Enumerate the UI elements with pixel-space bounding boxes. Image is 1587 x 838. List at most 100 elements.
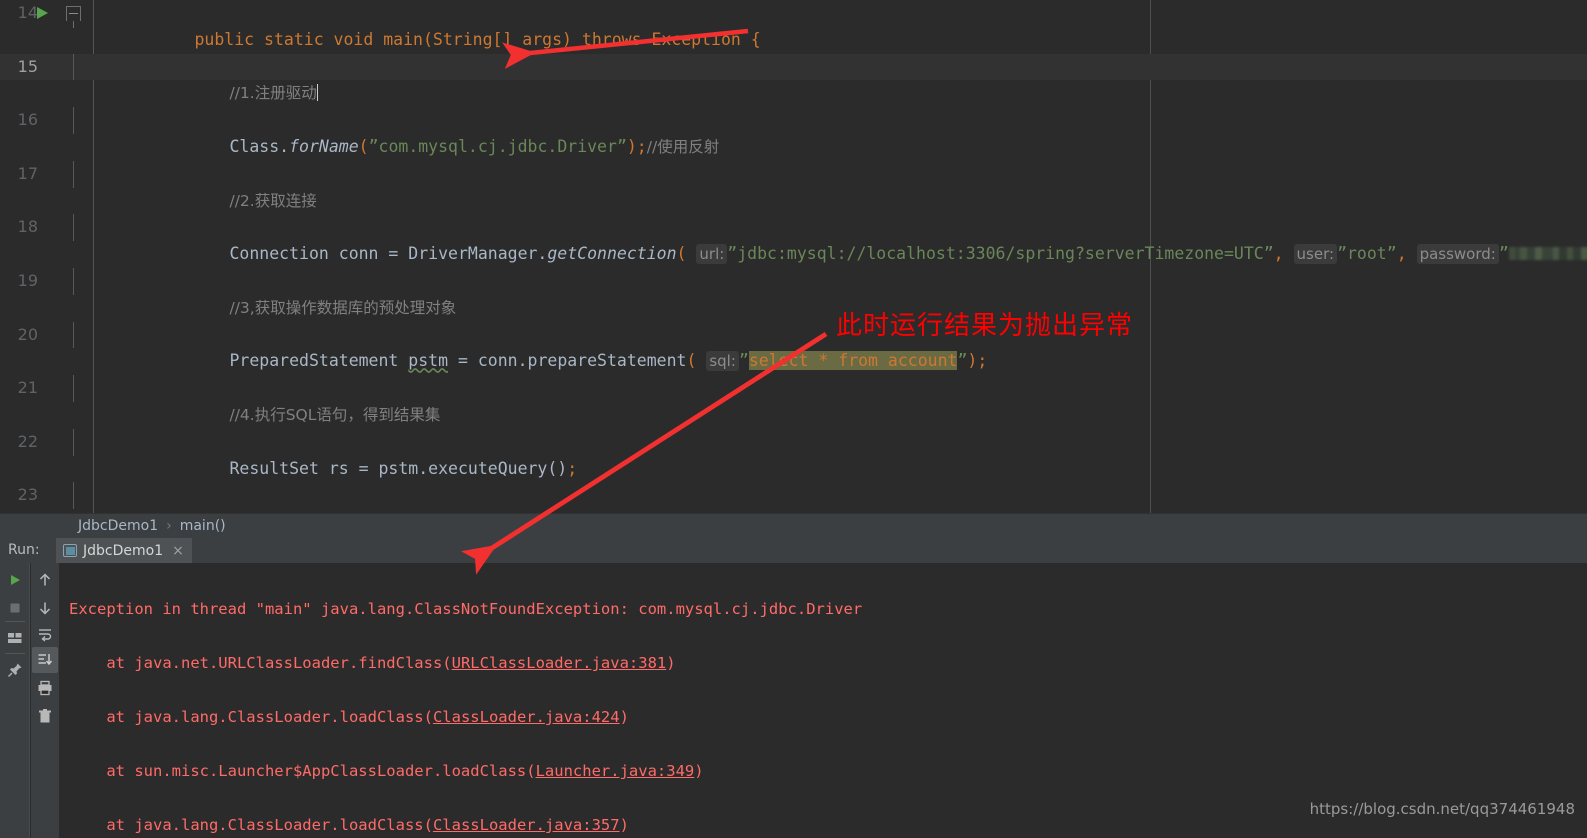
layout-button[interactable] [2, 625, 28, 651]
print-button[interactable] [32, 675, 58, 701]
redacted-password [1508, 247, 1587, 261]
param-hint-user: user: [1293, 244, 1338, 265]
fold-region-line [73, 53, 74, 81]
console-left-toolbar-2 [31, 563, 60, 838]
code-editor[interactable]: 14 public static void main(String[] args… [0, 0, 1587, 513]
code-token: = conn.prepareStatement [448, 351, 687, 371]
code-line-14[interactable]: 14 public static void main(String[] args… [0, 0, 1587, 49]
stacktrace-link[interactable]: Launcher.java:349 [536, 762, 695, 780]
idea-window: 14 public static void main(String[] args… [0, 0, 1587, 838]
fold-region-line [73, 321, 74, 349]
console-left-toolbar [0, 563, 30, 838]
previous-occurrence-button[interactable] [32, 567, 58, 593]
code-string-user: root [1347, 244, 1387, 264]
annotation-note: 此时运行结果为抛出异常 [836, 311, 1134, 341]
run-config-icon [63, 544, 77, 557]
line-number: 19 [17, 270, 38, 290]
close-icon[interactable]: × [172, 543, 184, 559]
console-line-exception: Exception in thread "main" java.lang.Cla… [69, 600, 863, 618]
code-comment: //4.执行SQL语句，得到结果集 [229, 405, 441, 424]
code-comment: //使用反射 [646, 137, 720, 156]
fold-region-line [73, 107, 74, 134]
soft-wrap-button[interactable] [32, 621, 58, 647]
code-token: PreparedStatement [229, 351, 409, 371]
text-caret [316, 84, 319, 102]
console-line-frame: at sun.misc.Launcher$AppClassLoader.load… [69, 762, 704, 780]
code-variable-pstm: pstm [408, 351, 449, 371]
run-console[interactable]: Exception in thread "main" java.lang.Cla… [0, 563, 1587, 838]
console-line-frame: at java.net.URLClassLoader.findClass(URL… [69, 654, 676, 672]
code-line-18[interactable]: 18 Connection conn = DriverManager.getCo… [0, 214, 1587, 265]
scroll-to-end-icon [38, 654, 53, 666]
line-number: 16 [17, 110, 38, 130]
param-hint-url: url: [696, 244, 728, 265]
code-comment: //1.注册驱动 [229, 84, 317, 103]
console-line-frame: at java.lang.ClassLoader.loadClass(Class… [69, 708, 629, 726]
next-occurrence-button[interactable] [32, 595, 58, 621]
stacktrace-link[interactable]: URLClassLoader.java:381 [452, 654, 667, 672]
line-number: 22 [17, 431, 38, 451]
rerun-button[interactable] [2, 567, 28, 593]
code-line-19[interactable]: 19 //3,获取操作数据库的预处理对象 [0, 267, 1587, 317]
scroll-to-end-button[interactable] [32, 647, 58, 673]
run-label: Run: [8, 542, 40, 558]
trash-icon [39, 709, 51, 723]
breadcrumb-class[interactable]: JdbcDemo1 [78, 518, 158, 534]
toolbar-divider [5, 621, 25, 622]
stop-icon [10, 603, 20, 613]
run-configuration-tab[interactable]: JdbcDemo1 × [56, 538, 192, 563]
line-number: 17 [17, 163, 38, 183]
line-number: 15 [17, 56, 38, 76]
code-method: getConnection [547, 244, 677, 264]
fold-region-line [73, 214, 74, 242]
watermark: https://blog.csdn.net/qq374461948 [1309, 800, 1575, 818]
stacktrace-link[interactable]: ClassLoader.java:424 [433, 708, 620, 726]
layout-icon [8, 633, 22, 643]
code-line-21[interactable]: 21 //4.执行SQL语句，得到结果集 [0, 375, 1587, 424]
line-number: 14 [17, 3, 38, 22]
param-hint-sql: sql: [706, 351, 739, 372]
code-token: Class. [229, 136, 290, 156]
print-icon [38, 680, 52, 696]
line-number: 21 [17, 378, 38, 398]
code-token: Connection conn = DriverManager. [229, 244, 548, 264]
fold-region-line [73, 160, 74, 188]
code-comment: //2.获取连接 [229, 191, 317, 210]
stacktrace-link[interactable]: ClassLoader.java:357 [433, 816, 620, 834]
arrow-down-icon [39, 602, 51, 615]
stop-button[interactable] [2, 595, 28, 621]
breadcrumb-method[interactable]: main() [180, 518, 226, 534]
fold-region-line [73, 428, 74, 456]
code-token: ResultSet rs = pstm.executeQuery() [229, 458, 568, 478]
run-gutter-icon[interactable] [37, 7, 48, 19]
breadcrumb-separator: › [166, 518, 172, 534]
code-string-url: jdbc:mysql://localhost:3306/spring?serve… [737, 244, 1264, 264]
code-comment: //3,获取操作数据库的预处理对象 [229, 298, 457, 317]
code-line-22[interactable]: 22 ResultSet rs = pstm.executeQuery(); [0, 428, 1587, 478]
console-output[interactable]: Exception in thread "main" java.lang.Cla… [61, 563, 1587, 838]
code-method: forName [289, 136, 359, 156]
code-line-17[interactable]: 17 //2.获取连接 [0, 160, 1587, 210]
breadcrumb[interactable]: JdbcDemo1 › main() [0, 513, 1587, 538]
fold-region-line [73, 267, 74, 295]
arrow-up-icon [39, 573, 51, 586]
code-line-23[interactable]: 23 //5.遍历结果集 [0, 482, 1587, 510]
code-line-15[interactable]: 15 //1.注册驱动 [0, 53, 1587, 102]
line-number: 20 [17, 324, 38, 344]
run-tab-title: JdbcDemo1 [83, 542, 164, 559]
fold-collapse-icon[interactable] [66, 6, 81, 28]
param-hint-password: password: [1416, 244, 1499, 265]
soft-wrap-icon [39, 629, 52, 642]
clear-all-button[interactable] [32, 703, 58, 729]
line-number: 23 [17, 485, 38, 505]
code-token: public static void main(String[] args) t… [194, 29, 761, 49]
code-string: com.mysql.cj.jdbc.Driver [378, 136, 617, 156]
pin-icon [8, 663, 22, 677]
pin-button[interactable] [2, 657, 28, 683]
run-toolwindow-header: Run: JdbcDemo1 × [0, 538, 1587, 563]
code-line-16[interactable]: 16 Class.forName(”com.mysql.cj.jdbc.Driv… [0, 107, 1587, 156]
code-line-20[interactable]: 20 PreparedStatement pstm = conn.prepare… [0, 321, 1587, 372]
toolbar-divider [5, 653, 25, 654]
fold-region-line [73, 482, 74, 510]
line-number: 18 [17, 217, 38, 237]
